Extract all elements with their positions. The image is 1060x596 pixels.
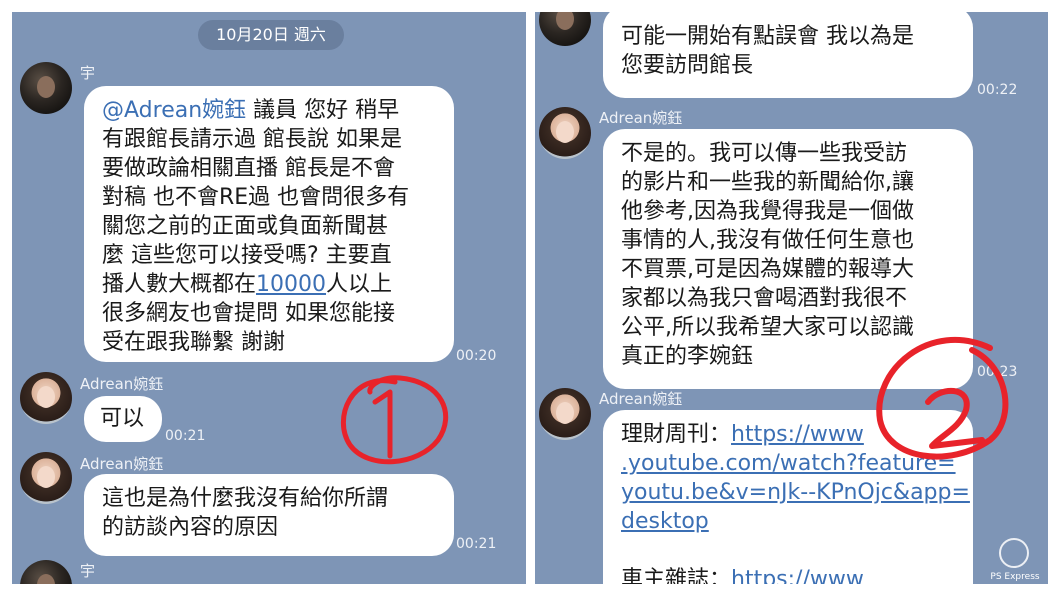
sender-name: Adrean婉鈺 — [80, 375, 164, 393]
url-link[interactable]: desktop — [621, 507, 955, 536]
message-bubble[interactable]: 這也是為什麼我沒有給你所謂 的訪談內容的原因 — [84, 474, 454, 556]
avatar-yu[interactable] — [20, 62, 72, 114]
sender-name: 宇 — [80, 64, 96, 82]
watermark: PS Express — [985, 538, 1045, 590]
message-bubble[interactable]: 不是的。我可以傳一些我受訪 的影片和一些我的新聞給你,讓 他參考,因為我覺得我是… — [603, 129, 973, 389]
mention-link[interactable]: @Adrean婉鈺 — [102, 98, 246, 123]
sender-name: Adrean婉鈺 — [80, 455, 164, 473]
avatar-adrean[interactable] — [539, 107, 591, 159]
url-link[interactable]: youtu.be&v=nJk--KPnOjc&app= — [621, 478, 970, 507]
url-link[interactable]: https://www — [731, 567, 864, 584]
url-link[interactable]: .youtube.com/watch?feature= — [621, 449, 956, 478]
message-bubble[interactable]: 可能一開始有點誤會 我以為是 您要訪問館長 — [603, 12, 973, 98]
timestamp: 00:21 — [165, 428, 206, 444]
timestamp: 00:20 — [456, 348, 497, 364]
avatar-adrean[interactable] — [20, 372, 72, 424]
message-bubble[interactable]: 可以 — [84, 396, 162, 442]
date-chip: 10月20日 週六 — [198, 20, 344, 50]
chat-panel-left[interactable]: 10月20日 週六 宇 @Adrean婉鈺 議員 您好 稍早 有跟館長請示過 館… — [12, 12, 526, 584]
chat-panel-right[interactable]: 可能一開始有點誤會 我以為是 您要訪問館長 00:22 Adrean婉鈺 不是的… — [535, 12, 1048, 584]
timestamp: 00:23 — [977, 364, 1018, 380]
message-bubble[interactable]: @Adrean婉鈺 議員 您好 稍早 有跟館長請示過 館長說 如果是 要做政論相… — [84, 86, 454, 362]
avatar-yu[interactable] — [539, 12, 591, 46]
sender-name: 宇 — [80, 562, 96, 580]
avatar-adrean[interactable] — [539, 388, 591, 440]
avatar-adrean[interactable] — [20, 452, 72, 504]
sender-name: Adrean婉鈺 — [599, 109, 683, 127]
sender-name: Adrean婉鈺 — [599, 390, 683, 408]
timestamp: 00:22 — [977, 82, 1018, 98]
message-bubble[interactable]: 理財周刊：https://www .youtube.com/watch?feat… — [603, 410, 973, 584]
number-link[interactable]: 10000 — [256, 272, 326, 297]
timestamp: 00:21 — [456, 536, 497, 552]
url-link[interactable]: https://www — [731, 422, 864, 447]
watermark-logo-icon — [999, 538, 1029, 568]
avatar-yu[interactable] — [20, 560, 72, 584]
